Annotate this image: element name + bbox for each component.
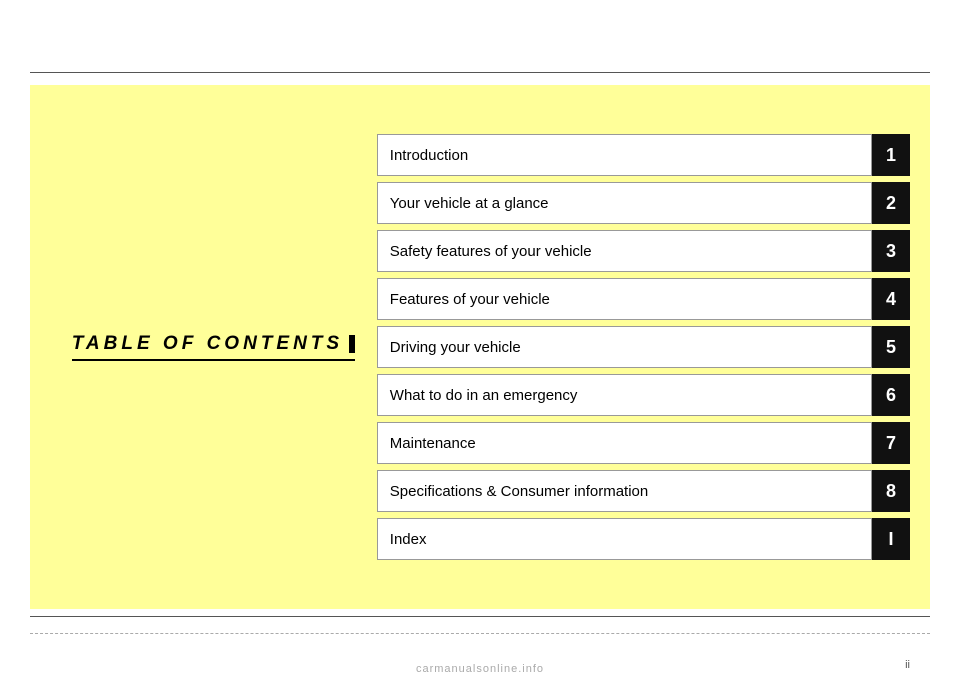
toc-item-number: 5 — [872, 326, 910, 368]
toc-item-number: 7 — [872, 422, 910, 464]
page-number: ii — [905, 659, 910, 671]
toc-item-number: 6 — [872, 374, 910, 416]
table-row[interactable]: Introduction1 — [377, 134, 910, 176]
toc-cursor — [349, 335, 355, 353]
toc-title: TABLE OF CONTENTS — [72, 333, 355, 361]
toc-item-number: 2 — [872, 182, 910, 224]
toc-list: Introduction1Your vehicle at a glance2Sa… — [377, 134, 910, 560]
toc-item-number: 3 — [872, 230, 910, 272]
toc-title-text: TABLE OF CONTENTS — [72, 333, 343, 355]
toc-item-label: Maintenance — [377, 422, 872, 464]
toc-item-label: Introduction — [377, 134, 872, 176]
toc-item-label: Safety features of your vehicle — [377, 230, 872, 272]
main-content-area: TABLE OF CONTENTS Introduction1Your vehi… — [30, 85, 930, 609]
table-row[interactable]: Driving your vehicle5 — [377, 326, 910, 368]
table-row[interactable]: Your vehicle at a glance2 — [377, 182, 910, 224]
top-divider — [30, 72, 930, 73]
table-row[interactable]: IndexI — [377, 518, 910, 560]
toc-item-label: What to do in an emergency — [377, 374, 872, 416]
left-panel: TABLE OF CONTENTS — [50, 115, 377, 579]
table-row[interactable]: Safety features of your vehicle3 — [377, 230, 910, 272]
dashed-divider — [30, 633, 930, 634]
bottom-divider — [30, 616, 930, 617]
table-row[interactable]: What to do in an emergency6 — [377, 374, 910, 416]
toc-item-number: 1 — [872, 134, 910, 176]
toc-item-number: 8 — [872, 470, 910, 512]
toc-item-number: 4 — [872, 278, 910, 320]
toc-item-label: Features of your vehicle — [377, 278, 872, 320]
toc-item-number: I — [872, 518, 910, 560]
table-row[interactable]: Maintenance7 — [377, 422, 910, 464]
toc-item-label: Driving your vehicle — [377, 326, 872, 368]
toc-item-label: Index — [377, 518, 872, 560]
toc-item-label: Specifications & Consumer information — [377, 470, 872, 512]
table-row[interactable]: Specifications & Consumer information8 — [377, 470, 910, 512]
table-row[interactable]: Features of your vehicle4 — [377, 278, 910, 320]
watermark-text: carmanualsonline.info — [416, 663, 544, 675]
toc-item-label: Your vehicle at a glance — [377, 182, 872, 224]
